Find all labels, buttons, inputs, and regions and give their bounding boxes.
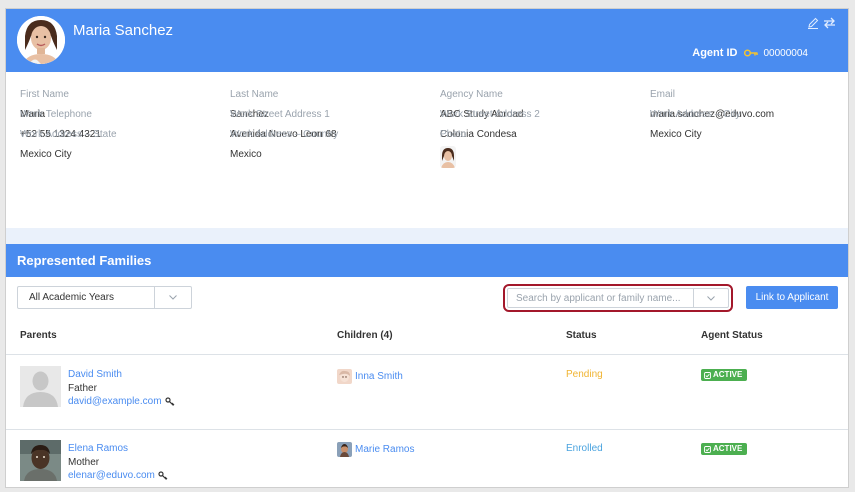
academic-year-caret[interactable] bbox=[154, 287, 191, 308]
agent-header: Maria Sanchez Agent ID 00000004 bbox=[6, 9, 848, 72]
application-status: Enrolled bbox=[566, 443, 603, 454]
parent-email-link[interactable]: elenar@eduvo.com bbox=[68, 470, 155, 481]
detail-email: Email maria.sanchez@eduvo.com bbox=[650, 85, 840, 120]
child-name-link[interactable]: Inna Smith bbox=[355, 371, 403, 382]
detail-first-name: First Name Maria bbox=[20, 85, 230, 120]
detail-label: Work Street Address 1 bbox=[230, 109, 330, 120]
detail-label: First Name bbox=[20, 89, 69, 100]
detail-agency-name: Agency Name ABC Study Abroad bbox=[440, 85, 650, 120]
families-header: Represented Families bbox=[6, 244, 848, 277]
detail-value: Mexico City bbox=[20, 149, 72, 160]
child-name-link[interactable]: Marie Ramos bbox=[355, 444, 414, 455]
detail-label: Work Address – State bbox=[20, 129, 117, 140]
section-divider bbox=[6, 228, 848, 244]
detail-empty bbox=[650, 125, 840, 145]
header-actions bbox=[806, 17, 836, 30]
child-avatar bbox=[337, 369, 352, 384]
child-entry: Marie Ramos bbox=[337, 442, 414, 457]
detail-label: Email bbox=[650, 89, 676, 100]
parent-name-link[interactable]: David Smith bbox=[68, 369, 122, 380]
parent-relation: Mother bbox=[68, 457, 100, 468]
agent-status-text: ACTIVE bbox=[713, 370, 743, 379]
keys-icon[interactable] bbox=[158, 471, 168, 480]
detail-work-telephone: Work Telephone +52 55 1324 4321 bbox=[20, 105, 230, 140]
swap-icon[interactable] bbox=[823, 17, 836, 30]
academic-year-select[interactable]: All Academic Years bbox=[17, 286, 192, 309]
detail-label: Work Telephone bbox=[20, 109, 92, 120]
applicant-search-caret[interactable] bbox=[693, 289, 728, 307]
detail-label: Last Name bbox=[230, 89, 279, 100]
families-title: Represented Families bbox=[17, 253, 152, 268]
detail-photo: Photo bbox=[440, 125, 650, 168]
agent-status-text: ACTIVE bbox=[713, 444, 743, 453]
detail-city: Work Address – City Mexico City bbox=[650, 105, 840, 140]
search-highlight bbox=[503, 284, 733, 312]
column-header-agent-status[interactable]: Agent Status bbox=[701, 330, 763, 341]
agent-avatar bbox=[17, 16, 65, 64]
application-status: Pending bbox=[566, 369, 603, 380]
applicant-search-input[interactable] bbox=[508, 289, 693, 307]
child-entry: Inna Smith bbox=[337, 369, 403, 384]
chevron-down-icon bbox=[169, 295, 177, 300]
check-square-icon bbox=[704, 445, 711, 453]
agent-profile-panel: Maria Sanchez Agent ID 00000004 First Na… bbox=[5, 8, 849, 488]
agent-photo-thumbnail[interactable] bbox=[440, 146, 456, 168]
agent-status-badge: ACTIVE bbox=[701, 369, 748, 381]
parent-relation: Father bbox=[68, 383, 97, 394]
detail-label: Work Address – Country bbox=[230, 129, 339, 140]
detail-label: Agency Name bbox=[440, 89, 503, 100]
column-header-status[interactable]: Status bbox=[566, 330, 597, 341]
parent-email: david@example.com bbox=[68, 396, 175, 407]
detail-state: Work Address – State Mexico City bbox=[20, 125, 230, 160]
academic-year-value: All Academic Years bbox=[29, 292, 115, 303]
parent-email-link[interactable]: david@example.com bbox=[68, 396, 162, 407]
detail-label: Photo bbox=[440, 129, 467, 140]
column-header-children[interactable]: Children (4) bbox=[337, 330, 393, 341]
detail-last-name: Last Name Sanchez bbox=[230, 85, 440, 120]
child-avatar bbox=[337, 442, 352, 457]
row-divider bbox=[6, 429, 848, 430]
parent-avatar-placeholder bbox=[20, 366, 61, 407]
parent-email: elenar@eduvo.com bbox=[68, 470, 168, 481]
agent-name: Maria Sanchez bbox=[73, 22, 174, 39]
agent-id-value: 00000004 bbox=[763, 47, 809, 59]
agent-id-label: Agent ID bbox=[692, 47, 738, 59]
edit-icon[interactable] bbox=[806, 17, 819, 30]
agent-details: First Name Maria Last Name Sanchez Agenc… bbox=[20, 85, 840, 168]
chevron-down-icon bbox=[707, 295, 715, 301]
applicant-search[interactable] bbox=[507, 288, 729, 308]
detail-label: Work Address – City bbox=[650, 109, 741, 120]
parent-avatar bbox=[20, 440, 61, 481]
detail-street-address-2: Work Street Address 2 Colonia Condesa bbox=[440, 105, 650, 140]
column-header-parents[interactable]: Parents bbox=[20, 330, 57, 341]
check-square-icon bbox=[704, 371, 711, 379]
detail-label: Work Street Address 2 bbox=[440, 109, 540, 120]
link-to-applicant-button[interactable]: Link to Applicant bbox=[746, 286, 838, 309]
table-header-divider bbox=[6, 354, 848, 355]
parent-name-link[interactable]: Elena Ramos bbox=[68, 443, 128, 454]
detail-street-address-1: Work Street Address 1 Avenida Nuevo Leon… bbox=[230, 105, 440, 140]
detail-value: Mexico bbox=[230, 149, 262, 160]
agent-status-badge: ACTIVE bbox=[701, 443, 748, 455]
agent-id: Agent ID 00000004 bbox=[692, 47, 808, 59]
keys-icon[interactable] bbox=[164, 397, 175, 406]
key-icon bbox=[743, 49, 758, 57]
detail-country: Work Address – Country Mexico bbox=[230, 125, 440, 160]
